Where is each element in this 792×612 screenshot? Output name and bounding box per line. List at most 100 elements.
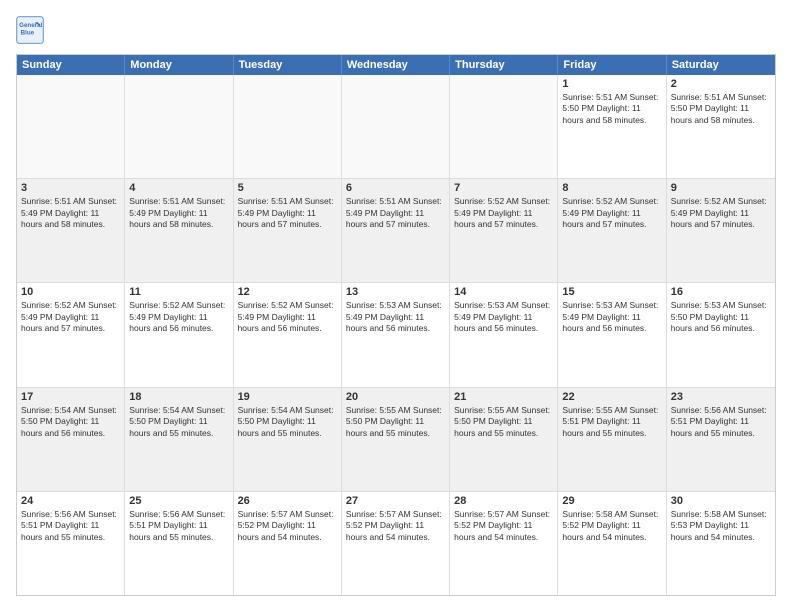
day-info: Sunrise: 5:55 AM Sunset: 5:50 PM Dayligh… (454, 405, 553, 439)
day-info: Sunrise: 5:54 AM Sunset: 5:50 PM Dayligh… (129, 405, 228, 439)
day-number: 30 (671, 495, 771, 507)
header-day-saturday: Saturday (667, 55, 775, 75)
calendar-header: SundayMondayTuesdayWednesdayThursdayFrid… (17, 55, 775, 75)
day-info: Sunrise: 5:51 AM Sunset: 5:49 PM Dayligh… (21, 196, 120, 230)
day-number: 22 (562, 391, 661, 403)
calendar-cell-28: 28 Sunrise: 5:57 AM Sunset: 5:52 PM Dayli… (450, 492, 558, 595)
day-number: 11 (129, 286, 228, 298)
day-info: Sunrise: 5:56 AM Sunset: 5:51 PM Dayligh… (21, 509, 120, 543)
calendar-cell-14: 14Sunrise: 5:53 AM Sunset: 5:49 PM Dayli… (450, 283, 558, 386)
day-info: Sunrise: 5:56 AM Sunset: 5:51 PM Dayligh… (671, 405, 771, 439)
calendar-cell-2: 2Sunrise: 5:51 AM Sunset: 5:50 PM Daylig… (667, 75, 775, 178)
day-number: 5 (238, 182, 337, 194)
calendar-cell-12: 12 Sunrise: 5:52 AM Sunset: 5:49 PM Dayli… (234, 283, 342, 386)
day-number: 9 (671, 182, 771, 194)
calendar-cell-11: 11 Sunrise: 5:52 AM Sunset: 5:49 PM Dayli… (125, 283, 233, 386)
day-info: Sunrise: 5:51 AM Sunset: 5:50 PM Dayligh… (562, 92, 661, 126)
day-number: 27 (346, 495, 445, 507)
day-info: Sunrise: 5:51 AM Sunset: 5:50 PM Dayligh… (671, 92, 771, 126)
calendar-cell-15: 15 Sunrise: 5:53 AM Sunset: 5:49 PM Dayli… (558, 283, 666, 386)
day-number: 20 (346, 391, 445, 403)
header-day-wednesday: Wednesday (342, 55, 450, 75)
calendar-cell-6: 6Sunrise: 5:51 AM Sunset: 5:49 PM Daylig… (342, 179, 450, 282)
calendar-cell-19: 19 Sunrise: 5:54 AM Sunset: 5:50 PM Dayli… (234, 388, 342, 491)
calendar-cell-23: 23 Sunrise: 5:56 AM Sunset: 5:51 PM Dayli… (667, 388, 775, 491)
logo: General Blue (16, 16, 48, 44)
day-info: Sunrise: 5:52 AM Sunset: 5:49 PM Dayligh… (671, 196, 771, 230)
calendar-cell-20: 20 Sunrise: 5:55 AM Sunset: 5:50 PM Dayli… (342, 388, 450, 491)
calendar-cell-empty-0-0 (17, 75, 125, 178)
calendar-body: 1 Sunrise: 5:51 AM Sunset: 5:50 PM Daylig… (17, 75, 775, 595)
svg-text:Blue: Blue (21, 30, 35, 37)
day-info: Sunrise: 5:57 AM Sunset: 5:52 PM Dayligh… (346, 509, 445, 543)
day-number: 19 (238, 391, 337, 403)
calendar-week-4: 17 Sunrise: 5:54 AM Sunset: 5:50 PM Dayli… (17, 388, 775, 492)
day-info: Sunrise: 5:58 AM Sunset: 5:53 PM Dayligh… (671, 509, 771, 543)
day-number: 8 (562, 182, 661, 194)
calendar-cell-empty-0-1 (125, 75, 233, 178)
header-day-friday: Friday (558, 55, 666, 75)
header-day-sunday: Sunday (17, 55, 125, 75)
calendar-week-2: 3 Sunrise: 5:51 AM Sunset: 5:49 PM Daylig… (17, 179, 775, 283)
day-number: 4 (129, 182, 228, 194)
header-day-tuesday: Tuesday (234, 55, 342, 75)
day-number: 23 (671, 391, 771, 403)
day-info: Sunrise: 5:52 AM Sunset: 5:49 PM Dayligh… (238, 300, 337, 334)
calendar-cell-18: 18 Sunrise: 5:54 AM Sunset: 5:50 PM Dayli… (125, 388, 233, 491)
calendar-cell-empty-0-4 (450, 75, 558, 178)
calendar-cell-24: 24Sunrise: 5:56 AM Sunset: 5:51 PM Dayli… (17, 492, 125, 595)
day-number: 28 (454, 495, 553, 507)
day-info: Sunrise: 5:56 AM Sunset: 5:51 PM Dayligh… (129, 509, 228, 543)
day-number: 3 (21, 182, 120, 194)
day-number: 15 (562, 286, 661, 298)
calendar: SundayMondayTuesdayWednesdayThursdayFrid… (16, 54, 776, 596)
header-day-thursday: Thursday (450, 55, 558, 75)
day-number: 25 (129, 495, 228, 507)
calendar-week-3: 10 Sunrise: 5:52 AM Sunset: 5:49 PM Dayli… (17, 283, 775, 387)
header-day-monday: Monday (125, 55, 233, 75)
calendar-cell-22: 22 Sunrise: 5:55 AM Sunset: 5:51 PM Dayli… (558, 388, 666, 491)
day-number: 17 (21, 391, 120, 403)
calendar-cell-29: 29Sunrise: 5:58 AM Sunset: 5:52 PM Dayli… (558, 492, 666, 595)
day-info: Sunrise: 5:54 AM Sunset: 5:50 PM Dayligh… (238, 405, 337, 439)
day-number: 21 (454, 391, 553, 403)
calendar-cell-3: 3 Sunrise: 5:51 AM Sunset: 5:49 PM Daylig… (17, 179, 125, 282)
calendar-cell-1: 1 Sunrise: 5:51 AM Sunset: 5:50 PM Daylig… (558, 75, 666, 178)
day-info: Sunrise: 5:53 AM Sunset: 5:49 PM Dayligh… (346, 300, 445, 334)
day-info: Sunrise: 5:51 AM Sunset: 5:49 PM Dayligh… (129, 196, 228, 230)
calendar-cell-9: 9 Sunrise: 5:52 AM Sunset: 5:49 PM Daylig… (667, 179, 775, 282)
day-info: Sunrise: 5:53 AM Sunset: 5:49 PM Dayligh… (562, 300, 661, 334)
calendar-cell-empty-0-2 (234, 75, 342, 178)
day-info: Sunrise: 5:55 AM Sunset: 5:51 PM Dayligh… (562, 405, 661, 439)
day-number: 10 (21, 286, 120, 298)
day-number: 29 (562, 495, 661, 507)
calendar-cell-17: 17 Sunrise: 5:54 AM Sunset: 5:50 PM Dayli… (17, 388, 125, 491)
header: General Blue (16, 16, 776, 44)
calendar-cell-13: 13 Sunrise: 5:53 AM Sunset: 5:49 PM Dayli… (342, 283, 450, 386)
day-info: Sunrise: 5:57 AM Sunset: 5:52 PM Dayligh… (454, 509, 553, 543)
day-number: 16 (671, 286, 771, 298)
day-number: 12 (238, 286, 337, 298)
calendar-cell-25: 25 Sunrise: 5:56 AM Sunset: 5:51 PM Dayli… (125, 492, 233, 595)
day-info: Sunrise: 5:52 AM Sunset: 5:49 PM Dayligh… (129, 300, 228, 334)
calendar-cell-10: 10 Sunrise: 5:52 AM Sunset: 5:49 PM Dayli… (17, 283, 125, 386)
calendar-week-5: 24Sunrise: 5:56 AM Sunset: 5:51 PM Dayli… (17, 492, 775, 595)
day-info: Sunrise: 5:54 AM Sunset: 5:50 PM Dayligh… (21, 405, 120, 439)
day-info: Sunrise: 5:52 AM Sunset: 5:49 PM Dayligh… (21, 300, 120, 334)
day-info: Sunrise: 5:51 AM Sunset: 5:49 PM Dayligh… (238, 196, 337, 230)
day-info: Sunrise: 5:52 AM Sunset: 5:49 PM Dayligh… (562, 196, 661, 230)
day-info: Sunrise: 5:55 AM Sunset: 5:50 PM Dayligh… (346, 405, 445, 439)
calendar-week-1: 1 Sunrise: 5:51 AM Sunset: 5:50 PM Daylig… (17, 75, 775, 179)
day-number: 13 (346, 286, 445, 298)
calendar-cell-8: 8 Sunrise: 5:52 AM Sunset: 5:49 PM Daylig… (558, 179, 666, 282)
day-info: Sunrise: 5:53 AM Sunset: 5:50 PM Dayligh… (671, 300, 771, 334)
calendar-cell-empty-0-3 (342, 75, 450, 178)
day-number: 1 (562, 78, 661, 90)
day-info: Sunrise: 5:51 AM Sunset: 5:49 PM Dayligh… (346, 196, 445, 230)
day-number: 18 (129, 391, 228, 403)
calendar-cell-5: 5 Sunrise: 5:51 AM Sunset: 5:49 PM Daylig… (234, 179, 342, 282)
calendar-cell-7: 7Sunrise: 5:52 AM Sunset: 5:49 PM Daylig… (450, 179, 558, 282)
page: General Blue SundayMondayTuesdayWednesda… (0, 0, 792, 612)
calendar-cell-30: 30 Sunrise: 5:58 AM Sunset: 5:53 PM Dayli… (667, 492, 775, 595)
calendar-cell-21: 21 Sunrise: 5:55 AM Sunset: 5:50 PM Dayli… (450, 388, 558, 491)
